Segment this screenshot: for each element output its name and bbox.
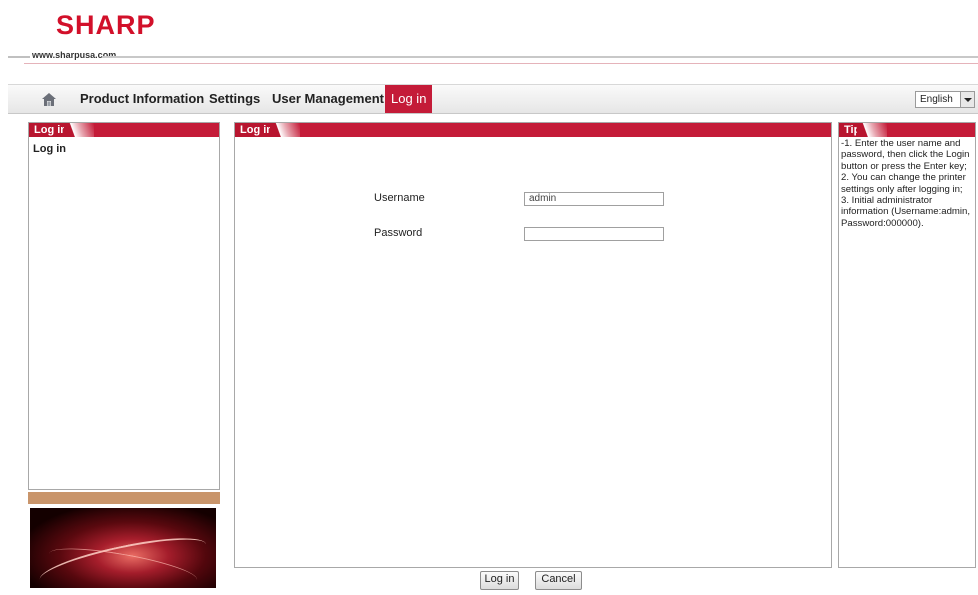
divider bbox=[102, 56, 978, 58]
panel-title: Log in bbox=[235, 123, 300, 137]
nav-settings[interactable]: Settings bbox=[209, 85, 260, 113]
left-menu-item-log-in[interactable]: Log in bbox=[33, 143, 66, 155]
nav-product-information[interactable]: Product Information bbox=[80, 85, 204, 113]
cancel-button[interactable]: Cancel bbox=[535, 571, 582, 590]
panel-header: Log in bbox=[29, 123, 219, 137]
language-select[interactable]: English bbox=[915, 91, 975, 108]
decorative-banner-image bbox=[30, 508, 216, 595]
password-label: Password bbox=[374, 227, 423, 239]
site-url: www.sharpusa.com bbox=[32, 50, 117, 60]
main-nav: Product Information Settings User Manage… bbox=[8, 84, 978, 114]
divider bbox=[8, 56, 30, 58]
site-url-bar: www.sharpusa.com bbox=[8, 50, 978, 64]
home-icon[interactable] bbox=[41, 91, 57, 107]
login-panel: Log in bbox=[234, 122, 832, 568]
tip-panel: Tip -1. Enter the user name and password… bbox=[838, 122, 976, 568]
panel-header: Tip bbox=[839, 123, 975, 137]
panel-title: Log in bbox=[29, 123, 94, 137]
login-button[interactable]: Log in bbox=[480, 571, 519, 590]
password-input[interactable] bbox=[524, 227, 664, 241]
nav-user-management[interactable]: User Management bbox=[272, 85, 384, 113]
language-value: English bbox=[920, 94, 953, 105]
chevron-down-icon[interactable] bbox=[960, 92, 974, 107]
nav-log-in[interactable]: Log in bbox=[385, 85, 433, 113]
sharp-logo: SHARP bbox=[56, 10, 156, 40]
panel-title: Tip bbox=[839, 123, 888, 137]
decorative-bar bbox=[28, 492, 220, 504]
username-input[interactable]: admin bbox=[524, 192, 664, 206]
tip-text: -1. Enter the user name and password, th… bbox=[841, 138, 971, 229]
left-menu-panel: Log in Log in bbox=[28, 122, 220, 490]
username-label: Username bbox=[374, 192, 425, 204]
panel-header: Log in bbox=[235, 123, 831, 137]
divider bbox=[24, 63, 978, 64]
